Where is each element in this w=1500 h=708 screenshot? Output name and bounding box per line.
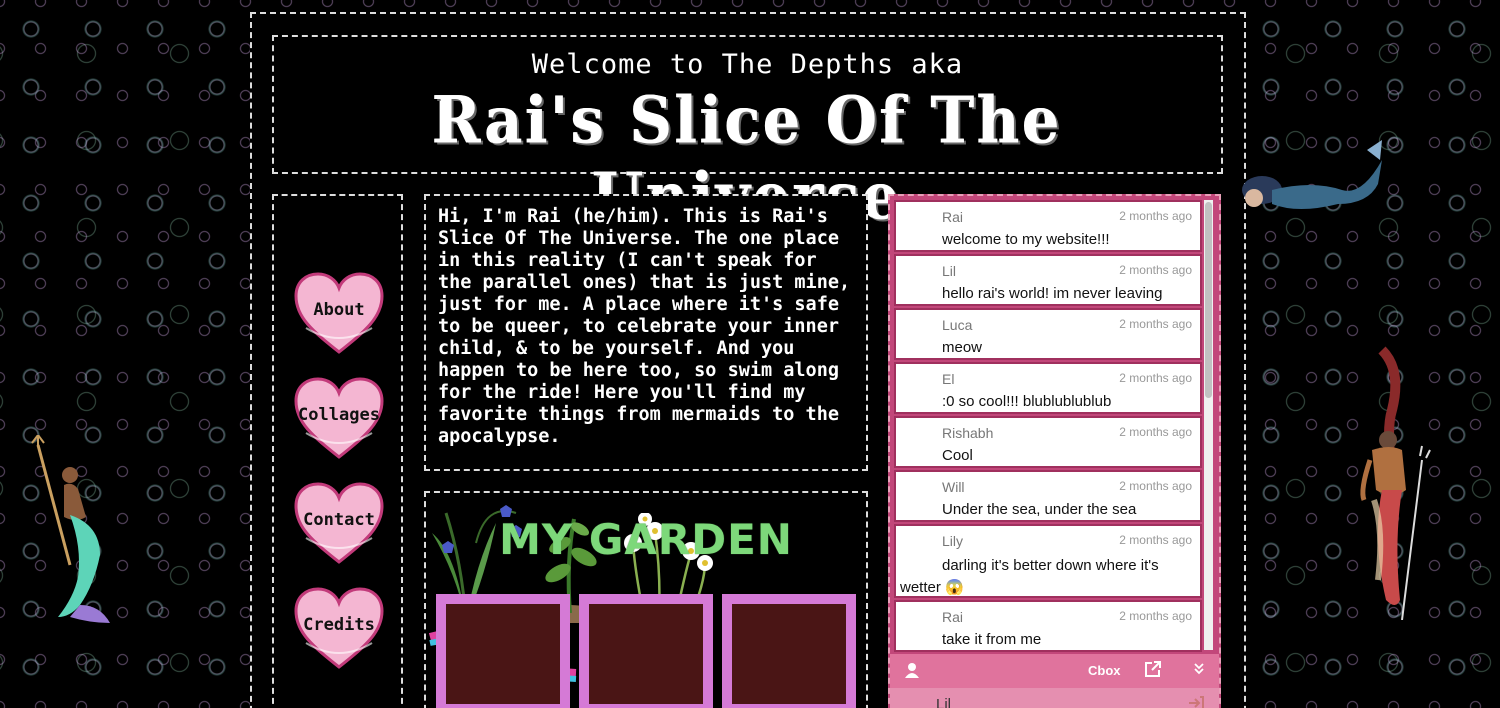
nav-item-label: Contact — [303, 510, 375, 530]
intro-panel: Hi, I'm Rai (he/him). This is Rai's Slic… — [424, 194, 868, 471]
message-author: Luca — [942, 317, 973, 333]
message-time: 2 months ago — [1119, 609, 1192, 623]
chat-user-bar: Lil — [890, 688, 1219, 708]
message-author: El — [942, 371, 955, 387]
message-text: :0 so cool!!! blublublublub — [942, 393, 1112, 410]
nav-item-label: Collages — [298, 405, 380, 425]
message-author: Lily — [942, 533, 964, 549]
message-time: 2 months ago — [1119, 317, 1192, 331]
welcome-text: Welcome to The Depths aka — [531, 49, 964, 80]
chat-message: Rishabh 2 months ago Cool — [894, 416, 1202, 468]
garden-plot[interactable] — [436, 594, 570, 708]
chat-brand[interactable]: Cbox — [1088, 663, 1121, 678]
message-time: 2 months ago — [1119, 371, 1192, 385]
external-link-icon[interactable] — [1144, 660, 1162, 678]
message-time: 2 months ago — [1119, 533, 1192, 547]
user-icon[interactable] — [904, 662, 920, 678]
scrollbar[interactable] — [1204, 200, 1213, 650]
current-user-name[interactable]: Lil — [936, 696, 951, 708]
mermaid-left-image — [31, 435, 110, 623]
message-text: darling it's better down where it's wett… — [900, 557, 1159, 596]
message-author: Will — [942, 479, 965, 495]
soil — [732, 604, 846, 704]
message-time: 2 months ago — [1119, 209, 1192, 223]
chat-message: Lily 2 months ago darling it's better do… — [894, 524, 1202, 598]
scrollbar-thumb[interactable] — [1205, 202, 1212, 398]
garden-title: MY GARDEN — [499, 515, 793, 564]
nav-item-label: Credits — [303, 615, 375, 635]
message-time: 2 months ago — [1119, 263, 1192, 277]
nav-contact-button[interactable]: Contact — [294, 482, 384, 564]
chat-message: Lil 2 months ago hello rai's world! im n… — [894, 254, 1202, 306]
message-text: meow — [942, 339, 983, 356]
message-list[interactable]: Rai 2 months ago welcome to my website!!… — [894, 200, 1202, 654]
message-text: hello rai's world! im never leaving — [942, 285, 1163, 302]
message-text: take it from me — [942, 631, 1042, 648]
sign-out-icon[interactable] — [1188, 696, 1204, 708]
intro-text: Hi, I'm Rai (he/him). This is Rai's Slic… — [438, 206, 851, 447]
chat-message: Rai 2 months ago welcome to my website!!… — [894, 200, 1202, 252]
garden-plot[interactable] — [579, 594, 713, 708]
chat-message: Rai 2 months ago take it from me — [894, 600, 1202, 652]
message-text: Under the sea, under the sea — [942, 501, 1137, 518]
garden-plot[interactable] — [722, 594, 856, 708]
chat-toolbar: Cbox — [890, 654, 1219, 688]
nav-credits-button[interactable]: Credits — [294, 587, 384, 669]
nav-about-button[interactable]: About — [294, 272, 384, 354]
soil — [589, 604, 703, 704]
soil — [446, 604, 560, 704]
chat-message: Will 2 months ago Under the sea, under t… — [894, 470, 1202, 522]
chat-box: Rai 2 months ago welcome to my website!!… — [888, 194, 1221, 708]
message-text: welcome to my website!!! — [942, 231, 1110, 248]
message-author: Rai — [942, 209, 964, 225]
mermaid-right-image — [1360, 346, 1431, 620]
chevron-double-down-icon[interactable] — [1192, 662, 1206, 676]
nav-sidebar: About Collages Contact Credits — [272, 194, 403, 708]
chat-message: El 2 months ago :0 so cool!!! blublublub… — [894, 362, 1202, 414]
message-text: Cool — [942, 447, 973, 464]
message-author: Rishabh — [942, 425, 994, 441]
site-header: Welcome to The Depths aka Rai's Slice Of… — [272, 35, 1223, 234]
message-author: Lil — [942, 263, 957, 279]
message-time: 2 months ago — [1119, 479, 1192, 493]
nav-collages-button[interactable]: Collages — [294, 377, 384, 459]
nav-item-label: About — [313, 300, 365, 320]
mermaid-top-right-image — [1242, 140, 1382, 209]
garden-panel: MY GARDEN — [424, 491, 868, 708]
message-time: 2 months ago — [1119, 425, 1192, 439]
message-author: Rai — [942, 609, 964, 625]
chat-message: Luca 2 months ago meow — [894, 308, 1202, 360]
